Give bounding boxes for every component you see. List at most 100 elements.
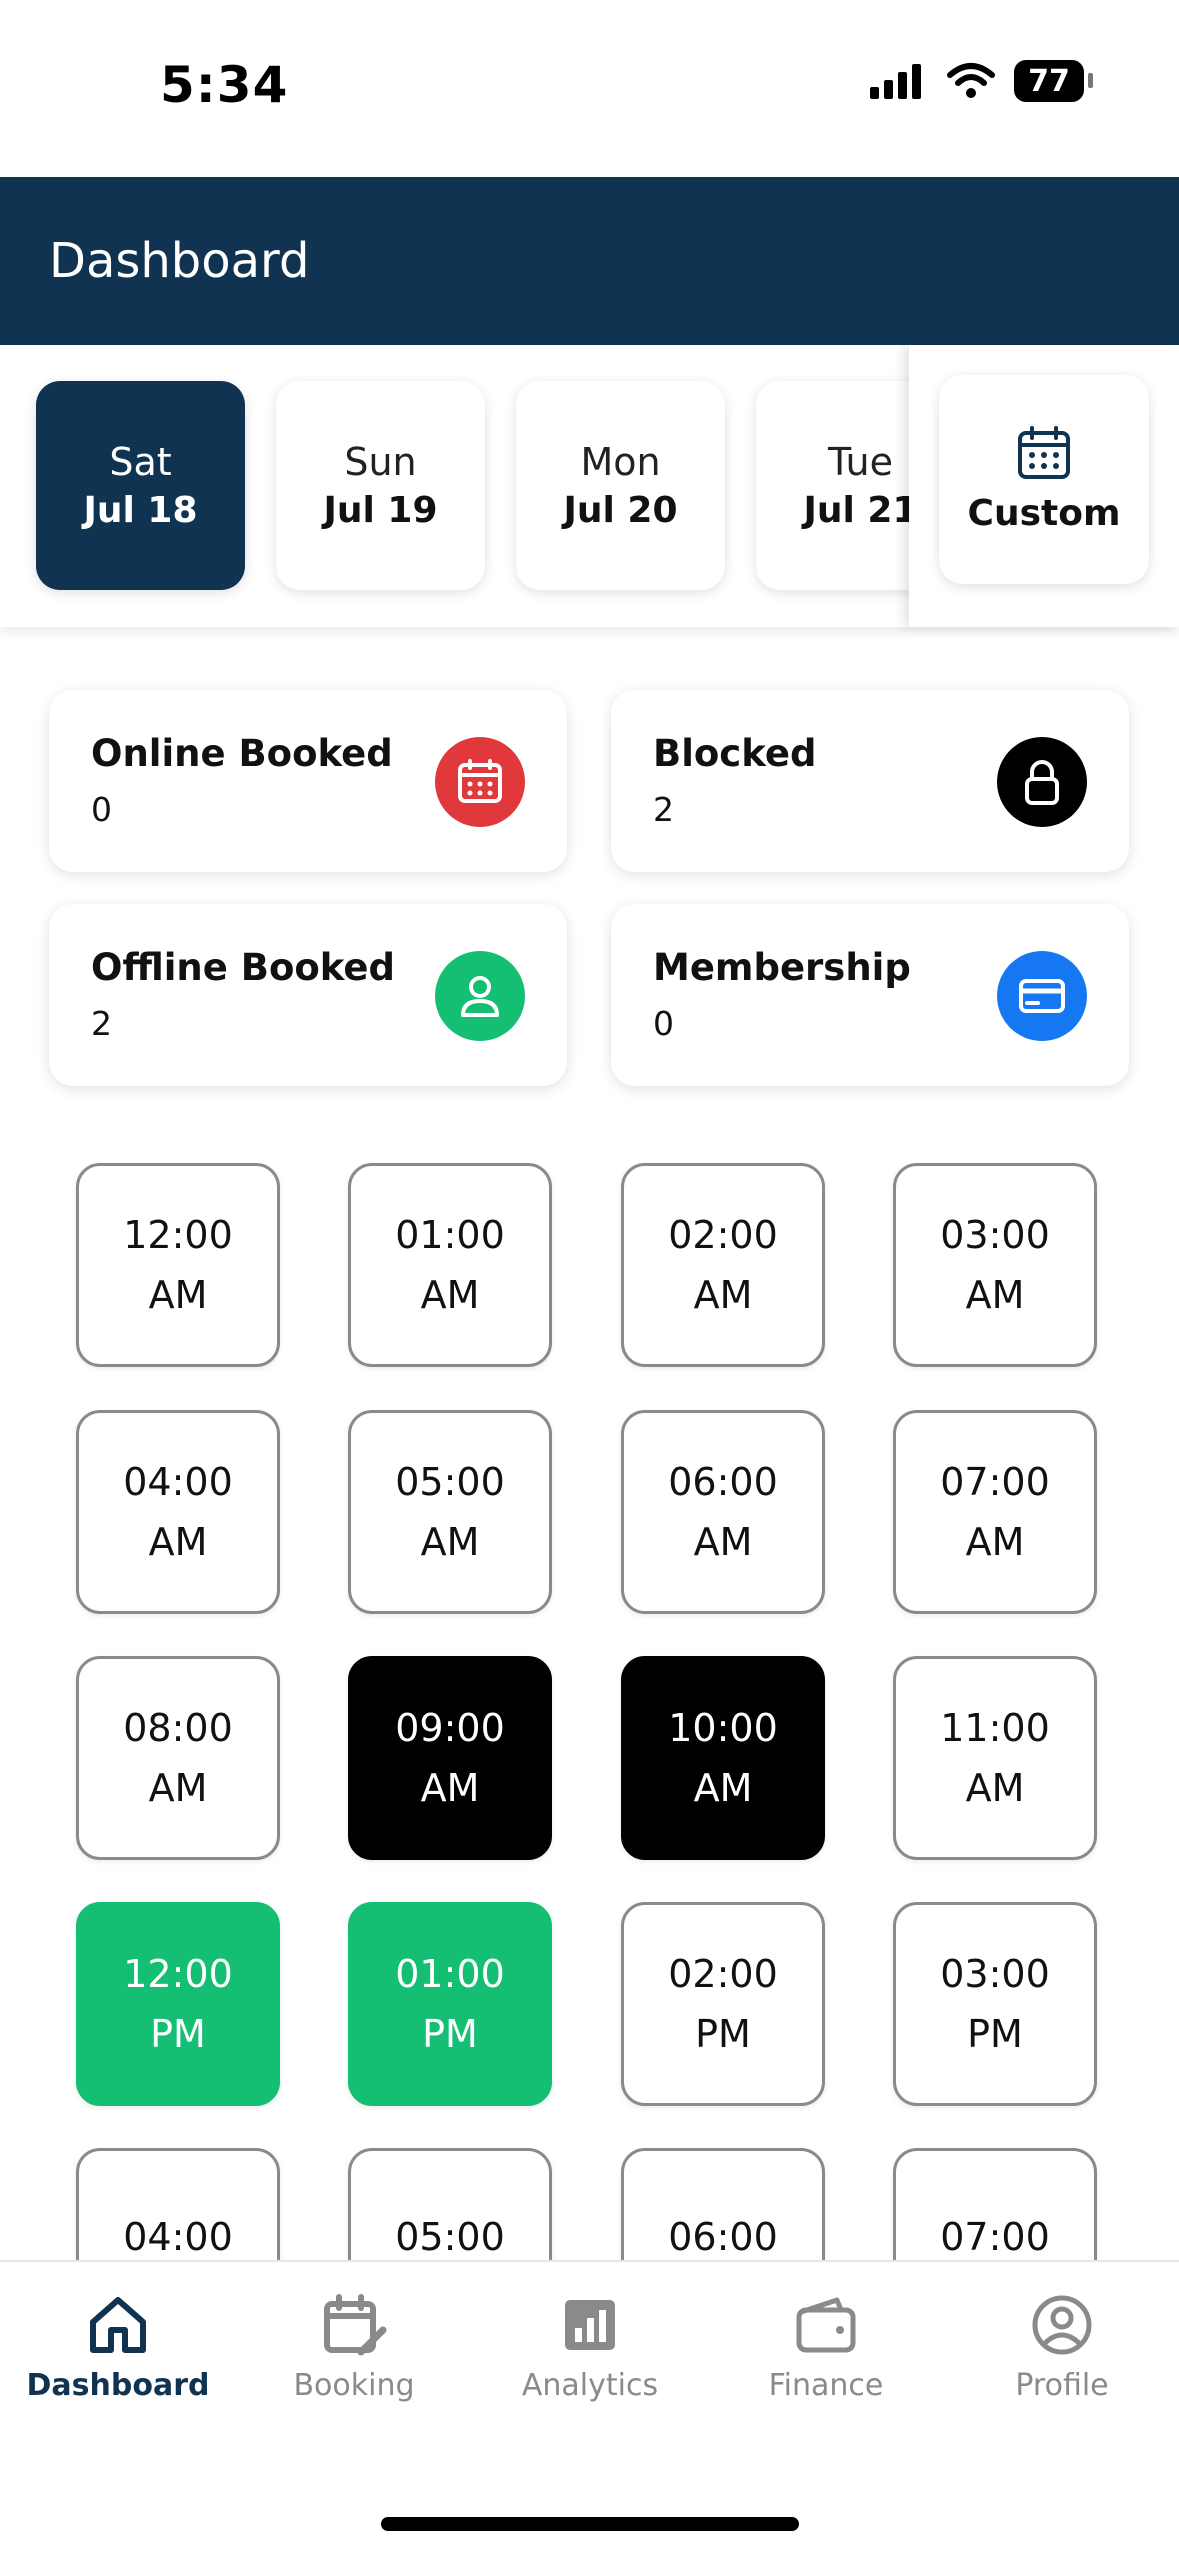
- stat-title: Offline Booked: [91, 946, 395, 989]
- slot-time: 03:00: [940, 1213, 1050, 1257]
- custom-date-button[interactable]: Custom: [939, 375, 1149, 584]
- slot-time: 12:00: [123, 1213, 233, 1257]
- nav-label: Profile: [1015, 2368, 1109, 2403]
- slot-time: 07:00: [940, 2215, 1050, 2259]
- home-icon: [90, 2297, 146, 2353]
- slot-time: 02:00: [668, 1952, 778, 1996]
- slot-time: 08:00: [123, 1706, 233, 1750]
- app-header: Dashboard: [0, 177, 1179, 345]
- nav-finance[interactable]: Finance: [708, 2292, 944, 2403]
- slot-period: AM: [420, 1766, 480, 1810]
- date-card-sun[interactable]: Sun Jul 19: [276, 381, 485, 590]
- date-label: Jul 21: [803, 490, 918, 531]
- date-card-mon[interactable]: Mon Jul 20: [516, 381, 725, 590]
- home-indicator: [381, 2517, 799, 2531]
- time-slot[interactable]: 12:00 AM: [76, 1163, 280, 1367]
- slot-time: 01:00: [395, 1213, 505, 1257]
- slot-period: PM: [967, 2012, 1023, 2056]
- nav-booking[interactable]: Booking: [236, 2292, 472, 2403]
- slot-time: 11:00: [940, 1706, 1050, 1750]
- slot-time: 05:00: [395, 1460, 505, 1504]
- stat-value: 2: [91, 1004, 112, 1043]
- time-slot-offline-booked[interactable]: 12:00 PM: [76, 1902, 280, 2106]
- status-bar: 5:34 77: [0, 0, 1179, 177]
- stat-value: 0: [653, 1004, 674, 1043]
- date-label: Jul 20: [563, 490, 678, 531]
- stat-card-offline-booked[interactable]: Offline Booked 2: [49, 904, 567, 1086]
- nav-label: Finance: [768, 2368, 884, 2403]
- slot-time: 01:00: [395, 1952, 505, 1996]
- slot-period: AM: [965, 1766, 1025, 1810]
- slot-period: PM: [422, 2012, 478, 2056]
- nav-analytics[interactable]: Analytics: [472, 2292, 708, 2403]
- custom-date-panel: Custom: [909, 345, 1179, 627]
- slot-period: AM: [148, 1766, 208, 1810]
- slot-time: 06:00: [668, 2215, 778, 2259]
- slot-period: AM: [148, 1273, 208, 1317]
- analytics-icon: [565, 2300, 615, 2350]
- slot-time: 04:00: [123, 2215, 233, 2259]
- slot-time: 07:00: [940, 1460, 1050, 1504]
- slot-period: PM: [695, 2012, 751, 2056]
- stat-title: Online Booked: [91, 732, 393, 775]
- battery-level: 77: [1028, 63, 1070, 99]
- date-strip: Sat Jul 18 Sun Jul 19 Mon Jul 20 Tue Jul…: [0, 345, 1179, 627]
- calendar-edit-icon: [324, 2294, 387, 2356]
- date-dow: Mon: [580, 440, 661, 484]
- wifi-icon: [947, 63, 995, 98]
- stat-card-online-booked[interactable]: Online Booked 0: [49, 690, 567, 872]
- stat-value: 0: [91, 790, 112, 829]
- time-slot[interactable]: 11:00 AM: [893, 1656, 1097, 1860]
- time-slot[interactable]: 03:00 AM: [893, 1163, 1097, 1367]
- slot-period: AM: [965, 1273, 1025, 1317]
- slot-period: AM: [693, 1273, 753, 1317]
- time-slot-offline-booked[interactable]: 01:00 PM: [348, 1902, 552, 2106]
- status-time: 5:34: [160, 56, 289, 114]
- time-slot[interactable]: 08:00 AM: [76, 1656, 280, 1860]
- slot-period: AM: [693, 1520, 753, 1564]
- stat-card-membership[interactable]: Membership 0: [611, 904, 1129, 1086]
- bottom-nav: Dashboard Booking Analytics Finance Prof…: [0, 2260, 1179, 2558]
- custom-label: Custom: [967, 493, 1121, 534]
- nav-label: Booking: [293, 2368, 415, 2403]
- time-slot[interactable]: 04:00 AM: [76, 1410, 280, 1614]
- slot-period: AM: [148, 1520, 208, 1564]
- time-slot-blocked[interactable]: 09:00 AM: [348, 1656, 552, 1860]
- slot-time: 02:00: [668, 1213, 778, 1257]
- slot-time: 06:00: [668, 1460, 778, 1504]
- nav-label: Analytics: [521, 2368, 659, 2403]
- date-dow: Sun: [344, 440, 417, 484]
- time-slot[interactable]: 01:00 AM: [348, 1163, 552, 1367]
- time-slot[interactable]: 02:00 PM: [621, 1902, 825, 2106]
- slot-time: 09:00: [395, 1706, 505, 1750]
- lock-icon: [997, 737, 1087, 827]
- time-slot[interactable]: 06:00 AM: [621, 1410, 825, 1614]
- date-card-sat[interactable]: Sat Jul 18: [36, 381, 245, 590]
- nav-profile[interactable]: Profile: [944, 2292, 1179, 2403]
- slot-time: 12:00: [123, 1952, 233, 1996]
- card-icon: [997, 951, 1087, 1041]
- time-slot[interactable]: 05:00 AM: [348, 1410, 552, 1614]
- stat-card-blocked[interactable]: Blocked 2: [611, 690, 1129, 872]
- slot-time: 04:00: [123, 1460, 233, 1504]
- stat-value: 2: [653, 790, 674, 829]
- slot-period: AM: [420, 1520, 480, 1564]
- slot-period: AM: [693, 1766, 753, 1810]
- time-slot-blocked[interactable]: 10:00 AM: [621, 1656, 825, 1860]
- slot-period: AM: [420, 1273, 480, 1317]
- slot-period: AM: [965, 1520, 1025, 1564]
- date-dow: Tue: [828, 440, 893, 484]
- slot-time: 03:00: [940, 1952, 1050, 1996]
- signal-icon: [870, 64, 921, 99]
- time-slot[interactable]: 02:00 AM: [621, 1163, 825, 1367]
- time-slot[interactable]: 03:00 PM: [893, 1902, 1097, 2106]
- profile-icon: [1032, 2295, 1092, 2355]
- date-label: Jul 19: [323, 490, 438, 531]
- time-slot[interactable]: 07:00 AM: [893, 1410, 1097, 1614]
- nav-dashboard[interactable]: Dashboard: [0, 2292, 236, 2403]
- battery-indicator: 77: [1014, 60, 1093, 102]
- page-title: Dashboard: [49, 233, 310, 289]
- calendar-icon: [435, 737, 525, 827]
- stat-title: Blocked: [653, 732, 817, 775]
- stat-title: Membership: [653, 946, 911, 989]
